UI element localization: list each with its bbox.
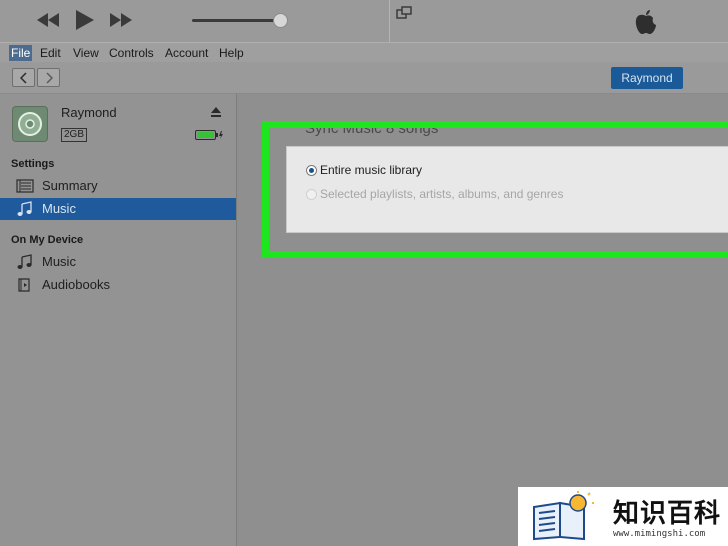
apple-logo-icon bbox=[635, 10, 656, 34]
chevron-left-icon bbox=[19, 71, 27, 84]
menu-edit[interactable]: Edit bbox=[38, 45, 63, 61]
eject-icon[interactable] bbox=[210, 106, 222, 118]
menu-view[interactable]: View bbox=[71, 45, 101, 61]
ipod-shuffle-icon bbox=[12, 106, 48, 142]
watermark-title: 知识百科 bbox=[613, 499, 722, 529]
menu-help[interactable]: Help bbox=[217, 45, 246, 61]
device-name: Raymond bbox=[61, 105, 117, 120]
miniplayer-icon[interactable] bbox=[396, 6, 412, 20]
book-lightbulb-logo-icon bbox=[533, 491, 594, 541]
volume-slider-track[interactable] bbox=[192, 19, 282, 22]
sidebar-item-label: Music bbox=[42, 254, 76, 269]
sidebar-item-summary[interactable]: Summary bbox=[0, 175, 236, 197]
menu-file[interactable]: File bbox=[9, 45, 33, 61]
on-my-device-heading: On My Device bbox=[11, 234, 84, 246]
settings-heading: Settings bbox=[11, 158, 55, 170]
watermark: 知识百科 www.mimingshi.com bbox=[518, 487, 728, 546]
device-capacity-badge: 2GB bbox=[61, 128, 88, 142]
audiobook-icon bbox=[18, 278, 30, 292]
player-bar bbox=[0, 0, 728, 42]
battery-charging-icon bbox=[195, 130, 223, 140]
music-note-icon bbox=[17, 201, 32, 216]
volume-slider-knob[interactable] bbox=[273, 13, 288, 28]
menu-account[interactable]: Account bbox=[163, 45, 210, 61]
navigation-bar: Raymond bbox=[0, 62, 728, 94]
menu-bar: File Edit View Controls Account Help bbox=[0, 42, 728, 62]
device-button[interactable]: Raymond bbox=[611, 67, 683, 89]
sidebar: Raymond 2GB Settings Summary Music On My… bbox=[0, 94, 237, 546]
divider bbox=[389, 0, 390, 42]
music-note-icon bbox=[17, 254, 32, 269]
sidebar-item-music-settings[interactable]: Music bbox=[0, 198, 236, 220]
summary-list-icon bbox=[16, 179, 34, 193]
sidebar-item-label: Audiobooks bbox=[42, 277, 110, 292]
sidebar-item-audiobooks[interactable]: Audiobooks bbox=[0, 274, 236, 296]
highlight-box bbox=[262, 121, 728, 258]
sidebar-item-music-device[interactable]: Music bbox=[0, 251, 236, 273]
watermark-url: www.mimingshi.com bbox=[613, 529, 706, 539]
back-button[interactable] bbox=[12, 68, 35, 87]
chevron-right-icon bbox=[45, 71, 53, 84]
sidebar-item-label: Music bbox=[42, 201, 76, 216]
sidebar-item-label: Summary bbox=[42, 178, 98, 193]
fast-forward-icon[interactable] bbox=[110, 13, 132, 27]
forward-button[interactable] bbox=[37, 68, 60, 87]
rewind-icon[interactable] bbox=[37, 13, 59, 27]
menu-controls[interactable]: Controls bbox=[107, 45, 156, 61]
play-icon[interactable] bbox=[76, 10, 94, 30]
